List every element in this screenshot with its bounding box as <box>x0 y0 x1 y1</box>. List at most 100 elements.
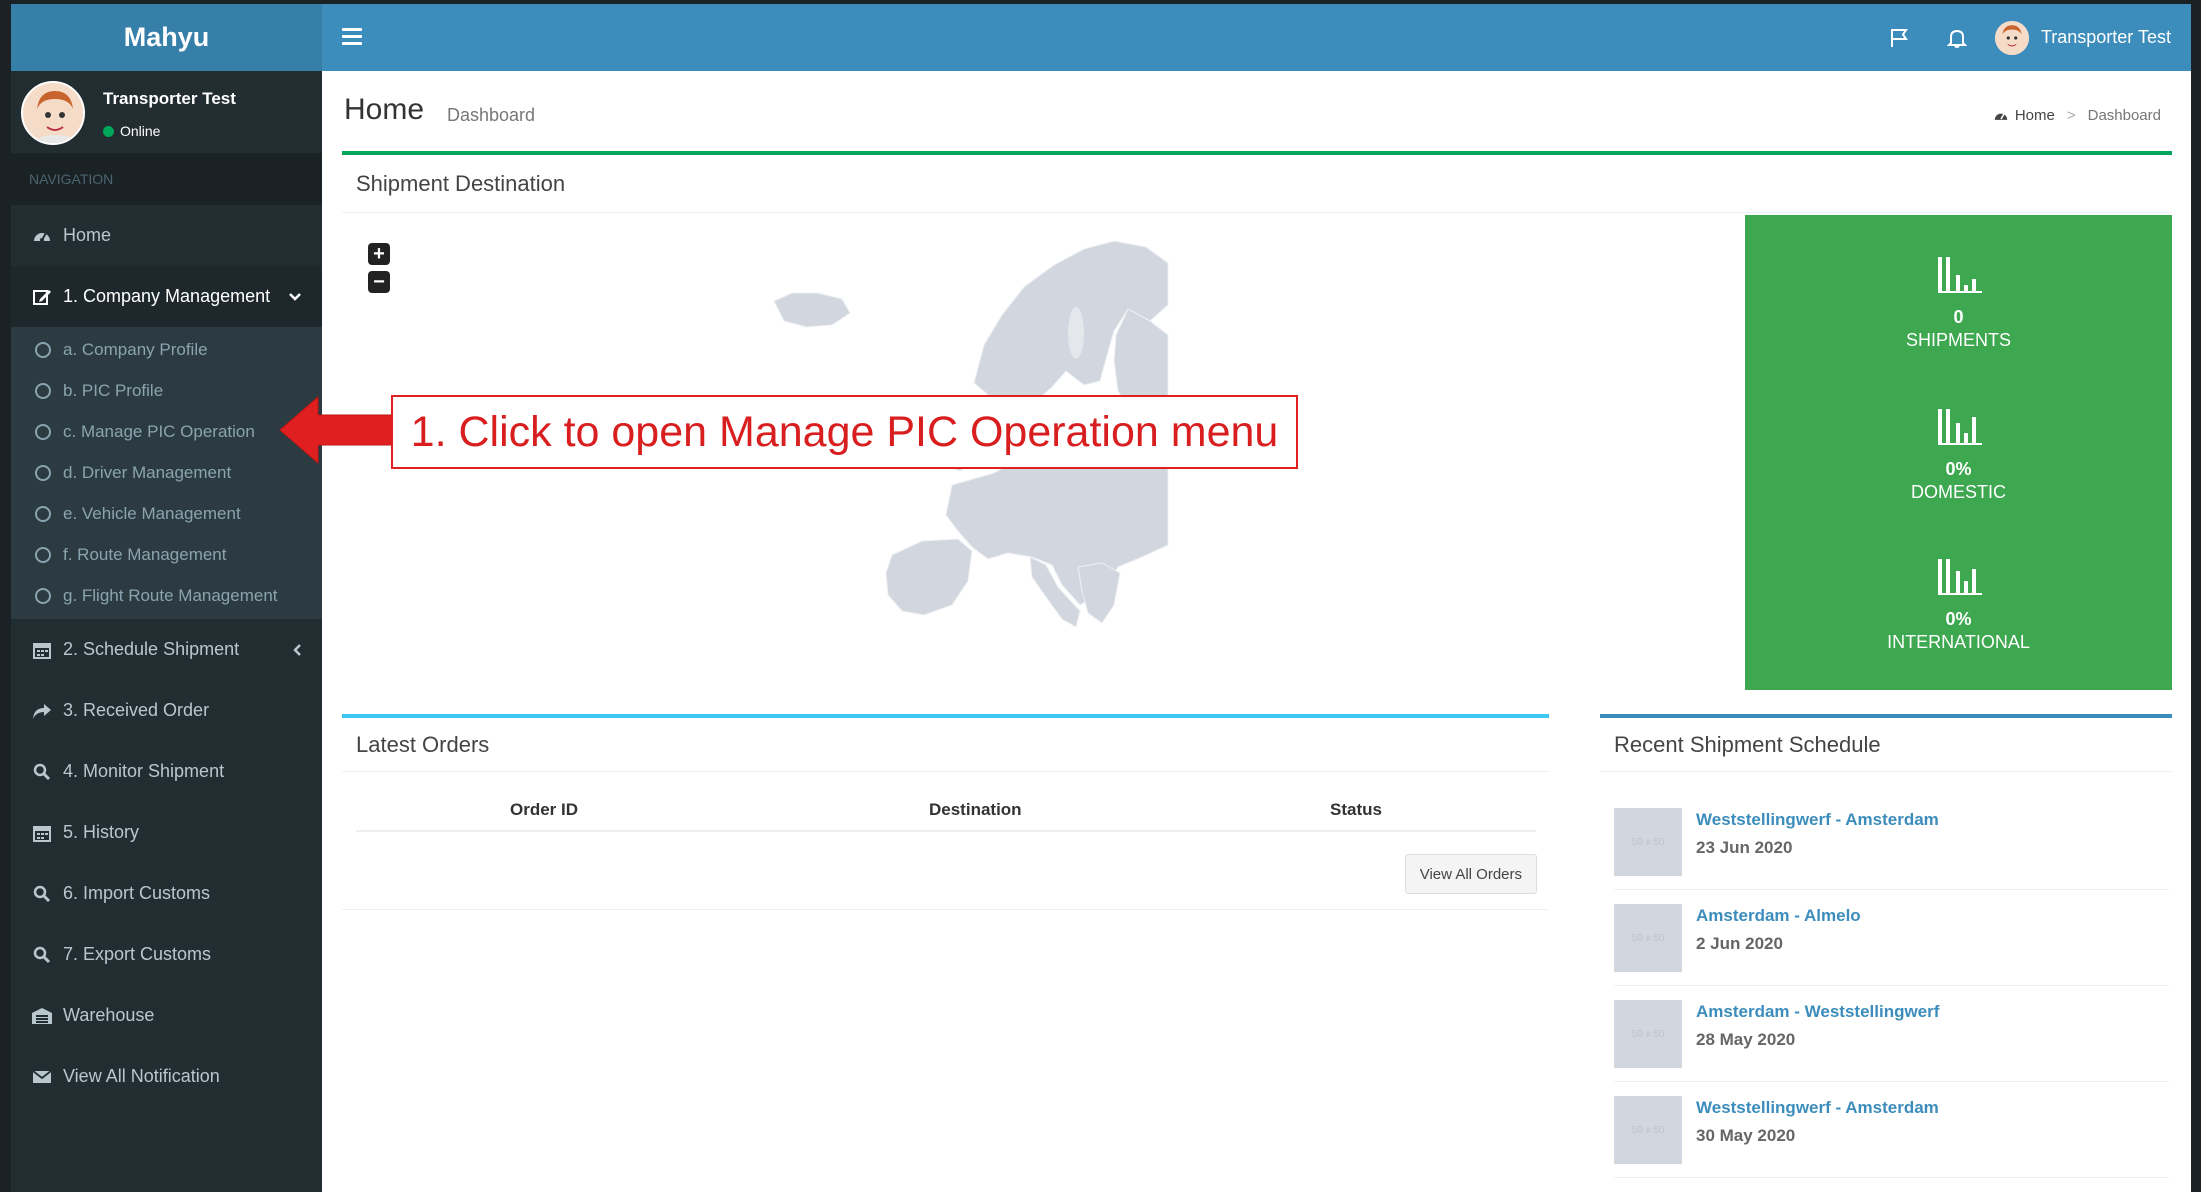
envelope-icon <box>31 1066 53 1088</box>
shipment-route-link[interactable]: Weststellingwerf - Amsterdam <box>1696 1098 1939 1118</box>
calendar-icon <box>31 822 53 844</box>
flag-icon[interactable] <box>1879 18 1919 58</box>
circle-icon <box>35 382 51 399</box>
circle-icon <box>35 587 51 604</box>
box-title: Recent Shipment Schedule <box>1600 718 2172 772</box>
column-header-destination: Destination <box>929 800 1022 819</box>
circle-icon <box>35 546 51 563</box>
submenu-route-management[interactable]: f. Route Management <box>11 534 322 575</box>
app-window: Mahyu Transporter Test Online NAVIGATION <box>11 4 2191 1192</box>
breadcrumb-home[interactable]: Home <box>2015 107 2055 124</box>
hamburger-icon[interactable] <box>342 28 362 49</box>
shipment-route-link[interactable]: Amsterdam - Almelo <box>1696 906 1861 926</box>
bar-chart-icon <box>1937 409 1982 445</box>
submenu-label: d. Driver Management <box>63 462 232 482</box>
user-menu-avatar[interactable] <box>1994 20 2029 55</box>
sidebar-item-label: 6. Import Customs <box>63 883 211 903</box>
company-management-submenu: a. Company Profile b. PIC Profile c. Man… <box>11 327 322 619</box>
recent-shipment-schedule-box: Recent Shipment Schedule 50 x 50 Westste… <box>1600 714 2172 1192</box>
callout-arrow-icon <box>279 395 393 465</box>
dashboard-icon <box>1994 112 2008 120</box>
sidebar-item-received-order[interactable]: 3. Received Order <box>11 680 322 741</box>
user-menu-name[interactable]: Transporter Test <box>2041 27 2171 48</box>
sidebar-item-history[interactable]: 5. History <box>11 802 322 863</box>
sidebar-item-label: 7. Export Customs <box>63 944 212 964</box>
stat-shipments-value: 0 <box>1953 307 1964 327</box>
breadcrumb: Home > Dashboard <box>1993 107 2161 124</box>
sidebar-item-label: 1. Company Management <box>63 286 271 306</box>
shipment-route-link[interactable]: Weststellingwerf - Amsterdam <box>1696 810 1939 830</box>
user-avatar <box>21 81 85 145</box>
share-icon <box>31 700 53 722</box>
list-item[interactable]: 50 x 50 Weststellingwerf - Amsterdam 30 … <box>1614 1082 2169 1178</box>
submenu-pic-profile[interactable]: b. PIC Profile <box>11 370 322 411</box>
list-item[interactable]: 50 x 50 Amsterdam - Almelo 2 Jun 2020 <box>1614 890 2169 986</box>
breadcrumb-separator: > <box>2066 107 2076 124</box>
thumbnail-placeholder: 50 x 50 <box>1614 808 1682 876</box>
sidebar-item-view-all-notification[interactable]: View All Notification <box>11 1046 322 1107</box>
sidebar-item-export-customs[interactable]: 7. Export Customs <box>11 924 322 985</box>
circle-icon <box>35 423 51 440</box>
box-title: Shipment Destination <box>342 155 2172 213</box>
brand-logo[interactable]: Mahyu <box>11 4 322 71</box>
submenu-label: g. Flight Route Management <box>63 585 278 605</box>
stat-domestic: 0% DOMESTIC <box>1745 407 2172 504</box>
latest-orders-box: Latest Orders Order ID Destination Statu… <box>342 714 1549 924</box>
stat-domestic-label: DOMESTIC <box>1910 482 2006 502</box>
sidebar-item-label: Home <box>63 225 112 245</box>
sidebar: Mahyu Transporter Test Online NAVIGATION <box>11 4 322 1192</box>
sidebar-item-company-management[interactable]: 1. Company Management <box>11 266 322 327</box>
shipment-date: 28 May 2020 <box>1696 1030 1796 1049</box>
submenu-flight-route-management[interactable]: g. Flight Route Management <box>11 575 322 616</box>
list-item[interactable]: 50 x 50 Weststellingwerf - Amsterdam 23 … <box>1614 794 2169 890</box>
sidebar-item-label: Warehouse <box>63 1005 155 1025</box>
submenu-label: e. Vehicle Management <box>63 503 241 523</box>
submenu-vehicle-management[interactable]: e. Vehicle Management <box>11 493 322 534</box>
sidebar-item-label: 3. Received Order <box>63 700 210 720</box>
sidebar-item-home[interactable]: Home <box>11 205 322 266</box>
submenu-label: f. Route Management <box>63 544 227 564</box>
bar-chart-icon <box>1937 559 1982 595</box>
submenu-company-profile[interactable]: a. Company Profile <box>11 329 322 370</box>
sidebar-item-schedule-shipment[interactable]: 2. Schedule Shipment <box>11 619 322 680</box>
stat-domestic-value: 0% <box>1945 459 1972 479</box>
stat-international-label: INTERNATIONAL <box>1887 632 2030 652</box>
shipment-route-link[interactable]: Amsterdam - Weststellingwerf <box>1696 1002 1939 1022</box>
orders-table-header: Order ID Destination Status <box>356 788 1536 832</box>
column-header-order-id: Order ID <box>510 800 579 819</box>
stat-shipments: 0 SHIPMENTS <box>1745 255 2172 352</box>
list-item[interactable]: 50 x 50 Amsterdam - Weststellingwerf 28 … <box>1614 986 2169 1082</box>
sidebar-item-warehouse[interactable]: Warehouse <box>11 985 322 1046</box>
box-title: Latest Orders <box>342 718 1549 772</box>
submenu-manage-pic-operation[interactable]: c. Manage PIC Operation <box>11 411 322 452</box>
navbar-right: Transporter Test <box>1879 4 2171 71</box>
shipment-date: 23 Jun 2020 <box>1696 838 1793 857</box>
submenu-label: c. Manage PIC Operation <box>63 421 255 441</box>
column-header-status: Status <box>1330 800 1382 819</box>
submenu-driver-management[interactable]: d. Driver Management <box>11 452 322 493</box>
online-dot-icon <box>103 125 114 137</box>
user-status: Online <box>103 123 160 139</box>
sidebar-item-label: 4. Monitor Shipment <box>63 761 225 781</box>
chevron-down-icon <box>288 266 302 327</box>
calendar-icon <box>31 639 53 661</box>
search-icon <box>31 944 53 966</box>
circle-icon <box>35 464 51 481</box>
bar-chart-icon <box>1937 257 1982 293</box>
main-content: Home Dashboard Home > Dashboard Shipment… <box>322 71 2191 1192</box>
stat-shipments-label: SHIPMENTS <box>1905 330 2011 350</box>
shipment-date: 30 May 2020 <box>1696 1126 1796 1145</box>
zoom-in-button[interactable]: + <box>368 243 390 265</box>
search-icon <box>31 761 53 783</box>
shipment-date: 2 Jun 2020 <box>1696 934 1783 953</box>
sidebar-item-label: 2. Schedule Shipment <box>63 639 240 659</box>
sidebar-item-import-customs[interactable]: 6. Import Customs <box>11 863 322 924</box>
sidebar-item-monitor-shipment[interactable]: 4. Monitor Shipment <box>11 741 322 802</box>
circle-icon <box>35 341 51 358</box>
view-all-orders-button[interactable]: View All Orders <box>1404 854 1537 894</box>
zoom-out-button[interactable]: − <box>368 271 390 293</box>
thumbnail-placeholder: 50 x 50 <box>1614 1000 1682 1068</box>
submenu-label: a. Company Profile <box>63 339 208 359</box>
bell-icon[interactable] <box>1937 18 1977 58</box>
annotation-callout: 1. Click to open Manage PIC Operation me… <box>391 395 1298 469</box>
